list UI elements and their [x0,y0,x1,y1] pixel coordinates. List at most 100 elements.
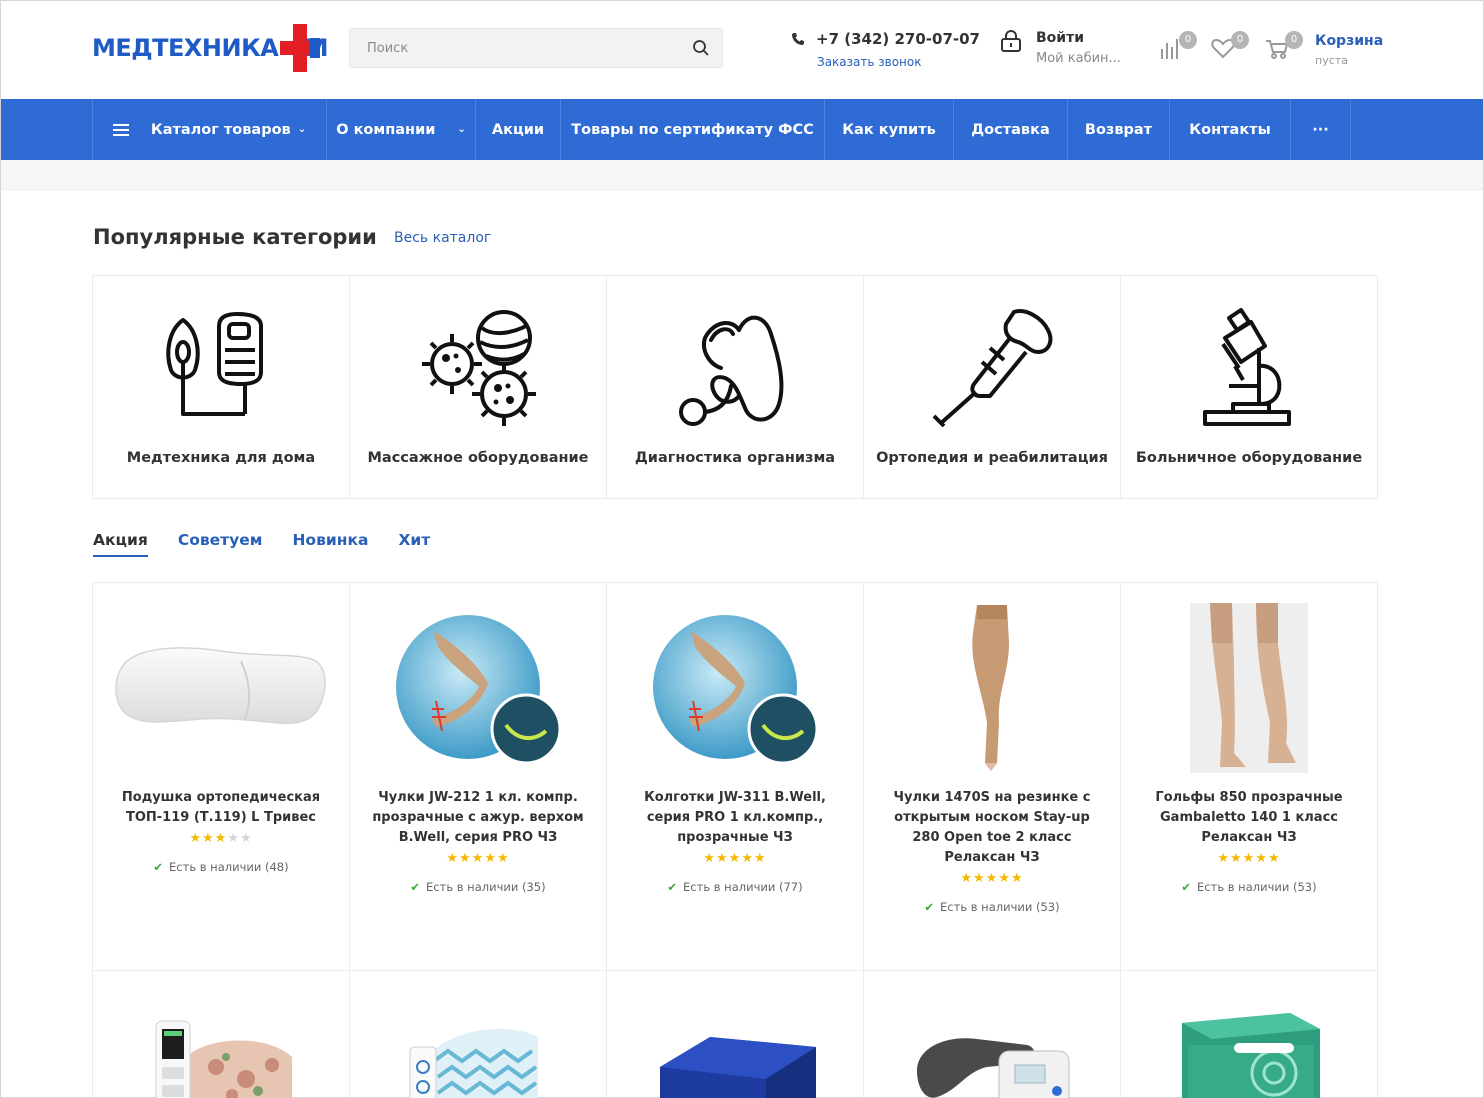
stock-status: ✔ Есть в наличии (53) [1139,877,1359,897]
logo-cross-icon [280,24,321,72]
stock-status: ✔ Есть в наличии (77) [625,877,845,897]
search-input[interactable] [350,29,680,67]
product-card[interactable]: Чулки JW-212 1 кл. компр. прозрачные с а… [350,583,607,971]
product-image[interactable] [350,1017,606,1098]
nav-how-to-buy-label: Как купить [842,121,936,138]
nav-fss[interactable]: Товары по сертификату ФСС [561,99,825,160]
nav-promo-label: Акции [491,121,545,138]
cart-count-badge: 0 [1285,31,1303,49]
product-image[interactable] [864,1021,1120,1098]
product-image[interactable] [93,1017,349,1098]
tab-promo[interactable]: Акция [93,531,148,557]
product-card[interactable]: Гольфы 850 прозрачные Gambaletto 140 1 к… [1121,583,1378,971]
product-card[interactable] [864,971,1121,1098]
nav-promo[interactable]: Акции [476,99,561,160]
site-logo[interactable]: МЕДТЕХНИКА М [92,23,329,73]
breadcrumb-strip [1,160,1483,190]
product-name[interactable]: Чулки JW-212 1 кл. компр. прозрачные с а… [372,790,583,845]
category-label: Массажное оборудование [367,450,589,466]
stock-text: Есть в наличии (53) [940,900,1060,914]
product-info: Колготки JW-311 B.Well, серия PRO 1 кл.к… [625,788,845,897]
product-card[interactable]: Чулки 1470S на резинке с открытым носком… [864,583,1121,971]
category-card[interactable]: Ортопедия и реабилитация [864,276,1121,498]
product-name[interactable]: Чулки 1470S на резинке с открытым носком… [894,790,1091,865]
check-icon: ✔ [924,900,935,914]
nav-catalog-label: Каталог товаров [150,121,291,138]
nav-more[interactable]: ··· [1291,99,1351,160]
product-card[interactable]: Колготки JW-311 B.Well, серия PRO 1 кл.к… [607,583,864,971]
inhaler-icon [166,312,263,416]
all-catalog-link[interactable]: Весь каталог [394,230,491,246]
stock-text: Есть в наличии (35) [426,880,546,894]
product-card[interactable] [607,971,864,1098]
product-info: Чулки 1470S на резинке с открытым носком… [882,788,1102,917]
rating-stars: ★★★★★ [960,871,1024,886]
category-card[interactable]: Диагностика организма [607,276,864,498]
popular-categories-title: Популярные категории [93,225,377,249]
header: МЕДТЕХНИКА М +7 (342) 270-07-07 Заказать… [1,1,1483,99]
search-icon[interactable] [692,39,710,57]
nav-contacts[interactable]: Контакты [1170,99,1291,160]
tab-hit[interactable]: Хит [398,531,430,557]
cart-button[interactable]: 0 [1265,31,1303,61]
product-grid: Подушка ортопедическая ТОП-119 (Т.119) L… [92,582,1378,1098]
product-image[interactable] [607,1027,863,1098]
stock-text: Есть в наличии (48) [169,860,289,874]
callback-link[interactable]: Заказать звонок [817,55,922,69]
category-label: Диагностика организма [634,450,836,466]
product-info: Гольфы 850 прозрачные Gambaletto 140 1 к… [1139,788,1359,897]
menu-icon [112,123,129,136]
product-image[interactable] [1121,603,1377,773]
rating-stars: ★★★★★ [189,831,253,846]
microscope-icon [1203,308,1291,426]
logo-text-left: МЕДТЕХНИКА [92,34,279,62]
compare-count-badge: 0 [1179,31,1197,49]
rating-stars: ★★★★★ [446,851,510,866]
chevron-down-icon: ⌄ [457,124,466,135]
product-image[interactable] [1121,1009,1377,1098]
product-info: Подушка ортопедическая ТОП-119 (Т.119) L… [111,788,331,877]
category-card[interactable]: Массажное оборудование [350,276,607,498]
product-tabs: Акция Советуем Новинка Хит [93,531,460,557]
product-card[interactable]: Подушка ортопедическая ТОП-119 (Т.119) L… [93,583,350,971]
phone-number[interactable]: +7 (342) 270-07-07 [816,30,980,48]
product-image[interactable] [93,603,349,773]
product-card[interactable] [1121,971,1378,1098]
nav-about[interactable]: О компании ⌄ [327,99,476,160]
stock-text: Есть в наличии (53) [1197,880,1317,894]
product-card[interactable] [93,971,350,1098]
tab-new[interactable]: Новинка [292,531,368,557]
nav-returns-label: Возврат [1084,121,1153,138]
main-nav: Каталог товаров ⌄ О компании ⌄ Акции Тов… [1,99,1483,160]
check-icon: ✔ [1181,880,1192,894]
tab-recommended[interactable]: Советуем [178,531,263,557]
category-card[interactable]: Медтехника для дома [93,276,350,498]
nav-catalog[interactable]: Каталог товаров ⌄ [93,99,327,160]
product-image[interactable] [864,603,1120,773]
nav-returns[interactable]: Возврат [1068,99,1170,160]
favorites-count-badge: 0 [1231,31,1249,49]
product-name[interactable]: Гольфы 850 прозрачные Gambaletto 140 1 к… [1155,790,1342,845]
compare-button[interactable]: 0 [1159,31,1197,61]
nav-delivery[interactable]: Доставка [954,99,1068,160]
crutch-icon [932,309,1053,428]
product-image[interactable] [350,603,606,773]
chevron-down-icon: ⌄ [297,124,307,135]
favorites-button[interactable]: 0 [1211,31,1249,61]
login-title[interactable]: Войти [1036,30,1084,46]
check-icon: ✔ [410,880,421,894]
cart-title[interactable]: Корзина [1315,33,1383,49]
category-grid: Медтехника для дома Массажное оборудован… [92,275,1378,499]
category-card[interactable]: Больничное оборудование [1121,276,1377,498]
product-name[interactable]: Подушка ортопедическая ТОП-119 (Т.119) L… [122,790,320,825]
stock-status: ✔ Есть в наличии (48) [111,857,331,877]
product-image[interactable] [607,603,863,773]
category-label: Больничное оборудование [1135,450,1363,466]
search-box [349,28,723,68]
login-subtitle[interactable]: Мой кабин... [1036,51,1121,66]
cart-status: пуста [1315,54,1348,67]
product-card[interactable] [350,971,607,1098]
nav-how-to-buy[interactable]: Как купить [825,99,954,160]
nav-about-label: О компании [336,121,436,138]
product-name[interactable]: Колготки JW-311 B.Well, серия PRO 1 кл.к… [644,790,826,845]
